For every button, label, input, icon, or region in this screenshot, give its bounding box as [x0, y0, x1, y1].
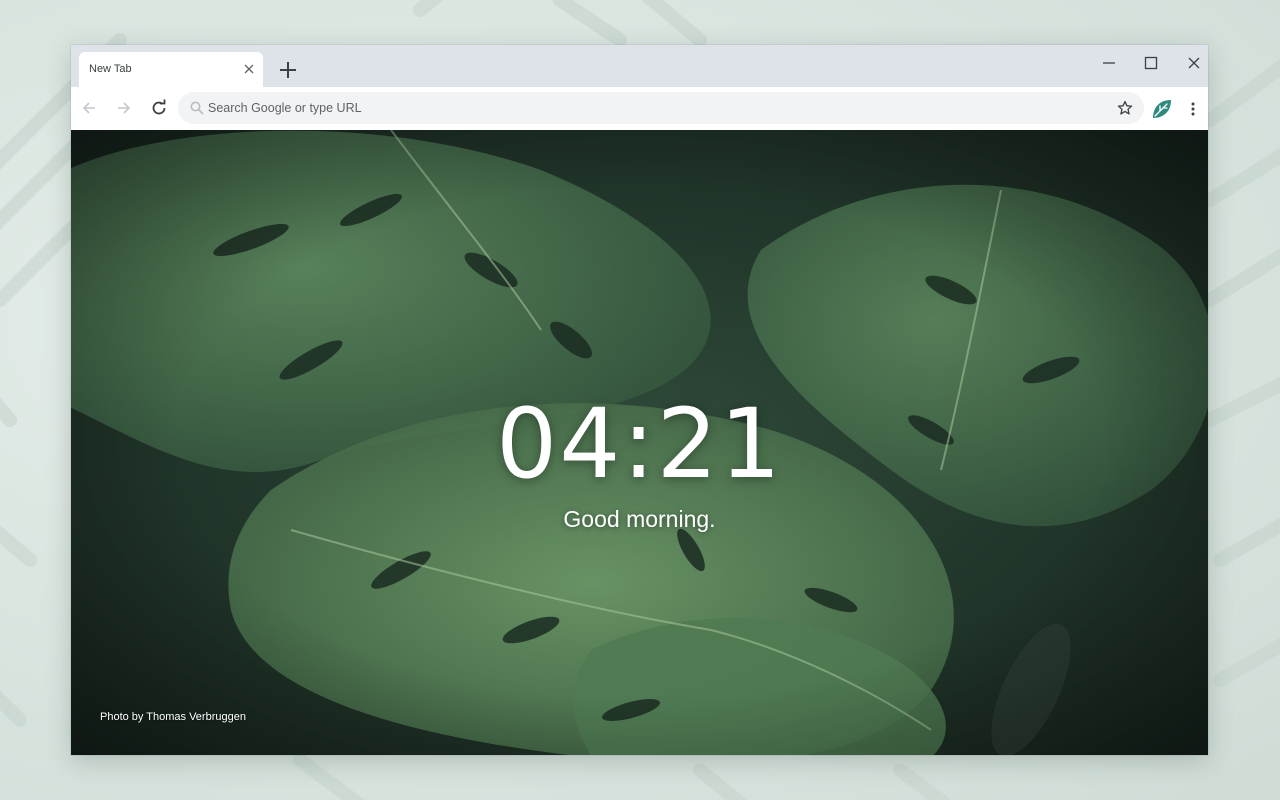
omnibox[interactable] [178, 92, 1144, 124]
search-input[interactable] [208, 92, 1088, 124]
reload-button[interactable] [148, 97, 170, 119]
tab-new-tab[interactable]: New Tab [79, 52, 263, 87]
search-icon [190, 101, 204, 115]
bookmark-button[interactable] [1116, 99, 1134, 117]
extension-button[interactable] [1151, 98, 1173, 120]
browser-toolbar [71, 87, 1208, 131]
new-tab-page: 04:21 Good morning. Photo by Thomas Verb… [71, 130, 1208, 755]
close-window-button[interactable] [1180, 51, 1208, 75]
star-icon [1117, 100, 1133, 115]
arrow-right-icon [118, 102, 131, 114]
clock: 04:21 [496, 388, 783, 500]
forward-button[interactable] [113, 97, 135, 119]
browser-window: New Tab Search Google or type URL 04:21 … [71, 45, 1208, 755]
tab-strip: New Tab [71, 45, 1208, 87]
tab-title: New Tab [89, 63, 132, 75]
maximize-button[interactable] [1137, 51, 1165, 75]
photo-credit[interactable]: Photo by Thomas Verbruggen [100, 711, 246, 723]
minimize-button[interactable] [1095, 51, 1123, 75]
close-icon [1188, 57, 1200, 69]
maximize-icon [1144, 56, 1158, 70]
arrow-left-icon [82, 102, 95, 114]
greeting: Good morning. [563, 506, 716, 532]
new-tab-button[interactable] [276, 58, 300, 82]
back-button[interactable] [78, 97, 100, 119]
leaf-icon [1153, 100, 1171, 118]
menu-button[interactable] [1184, 99, 1202, 119]
reload-icon [152, 99, 166, 115]
minimize-icon [1103, 62, 1115, 64]
close-icon[interactable] [241, 61, 257, 77]
more-vert-icon [1191, 102, 1195, 116]
plus-icon [280, 62, 296, 78]
